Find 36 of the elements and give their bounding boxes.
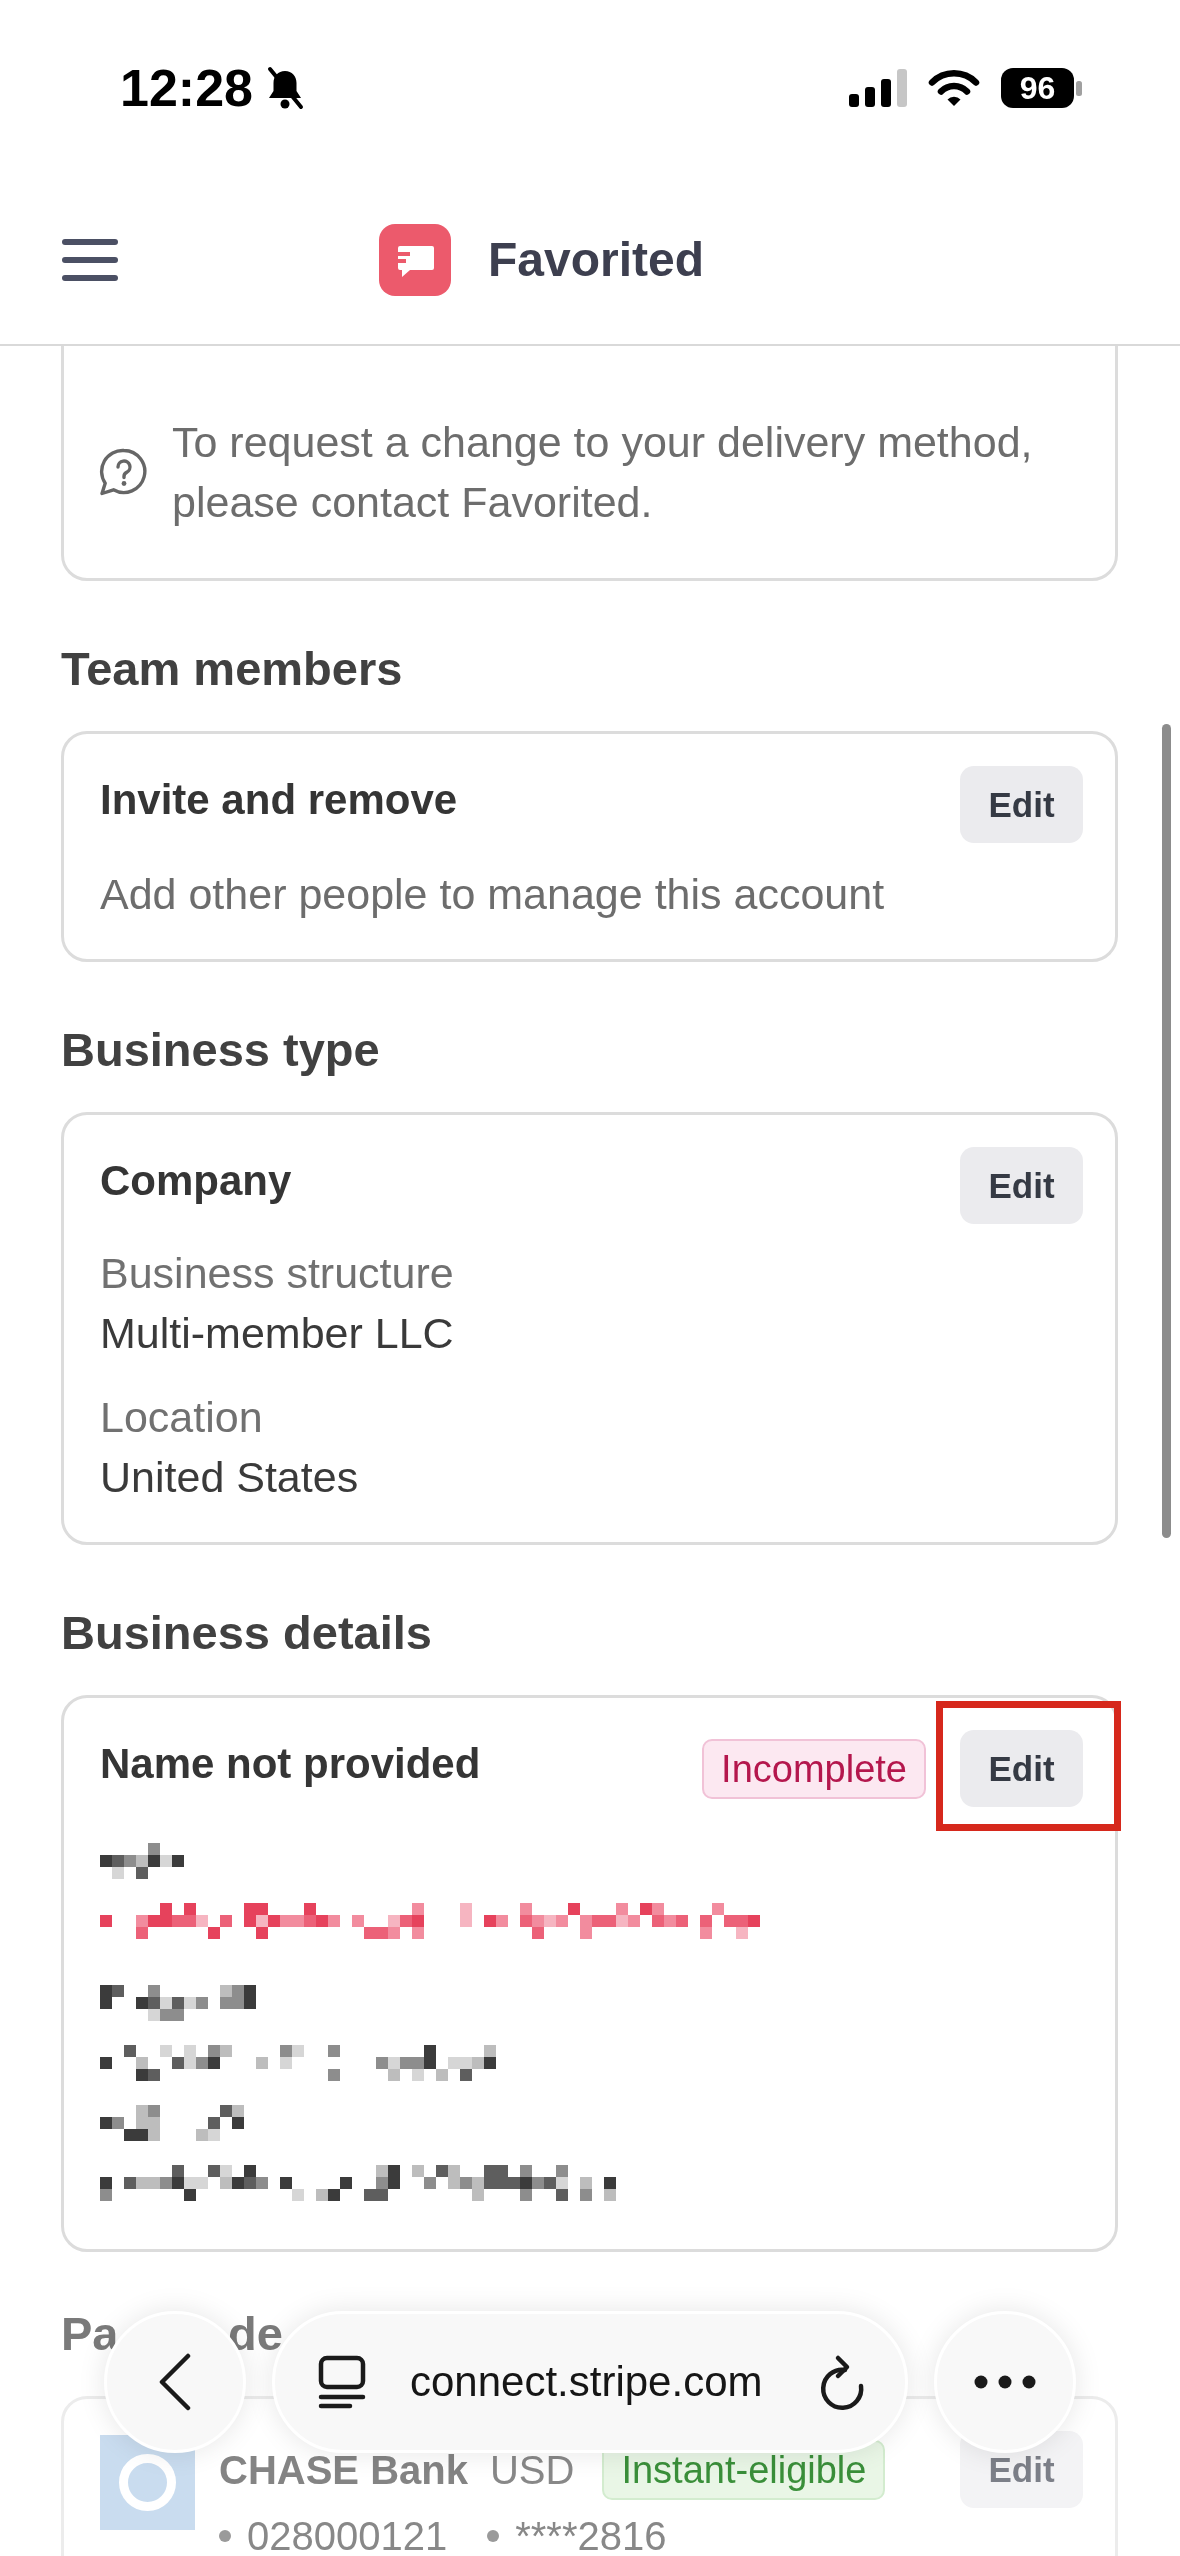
section-heading: Business type (61, 1022, 381, 1078)
edit-button[interactable]: Edit (960, 1147, 1083, 1224)
bullet-icon (487, 2530, 500, 2542)
battery-tip-icon (1076, 80, 1082, 96)
ring-logo-icon (100, 2435, 195, 2530)
field-label: Location (100, 1392, 264, 1443)
field-value: Multi-member LLC (100, 1308, 455, 1359)
help-icon (98, 448, 148, 496)
battery-indicator: 96 (1001, 68, 1074, 108)
bullet-icon (219, 2530, 231, 2542)
menu-icon[interactable] (62, 239, 118, 281)
routing-number: 028000121 (247, 2513, 448, 2556)
section-heading: Business details (61, 1605, 433, 1661)
edit-button[interactable]: Edit (960, 1730, 1083, 1807)
signal-icon (849, 69, 907, 107)
chat-bubble-logo-icon (379, 224, 451, 296)
wifi-icon (928, 69, 980, 107)
card-title: Name not provided (100, 1739, 482, 1789)
account-number: ****2816 (515, 2513, 667, 2556)
chevron-left-icon (159, 2353, 191, 2411)
reload-icon[interactable] (819, 2353, 865, 2411)
more-icon (974, 2375, 1036, 2389)
card-title: Invite and remove (100, 775, 459, 825)
field-value: United States (100, 1452, 360, 1503)
edit-button[interactable]: Edit (960, 766, 1083, 843)
card-title: Company (100, 1156, 293, 1206)
field-label: Business structure (100, 1248, 455, 1299)
section-heading-fragment: Pa (61, 2306, 120, 2362)
app-title: Favorited (488, 233, 705, 287)
tabs-icon[interactable] (318, 2355, 366, 2409)
section-heading: Team members (61, 641, 404, 697)
notice-text: To request a change to your delivery method, please contact Favorited. (172, 417, 1034, 528)
status-time: 12:28 (120, 60, 253, 116)
status-badge: Incomplete (702, 1738, 926, 1799)
card-description: Add other people to manage this account (100, 869, 886, 920)
url-text: connect.stripe.com (410, 2356, 763, 2407)
